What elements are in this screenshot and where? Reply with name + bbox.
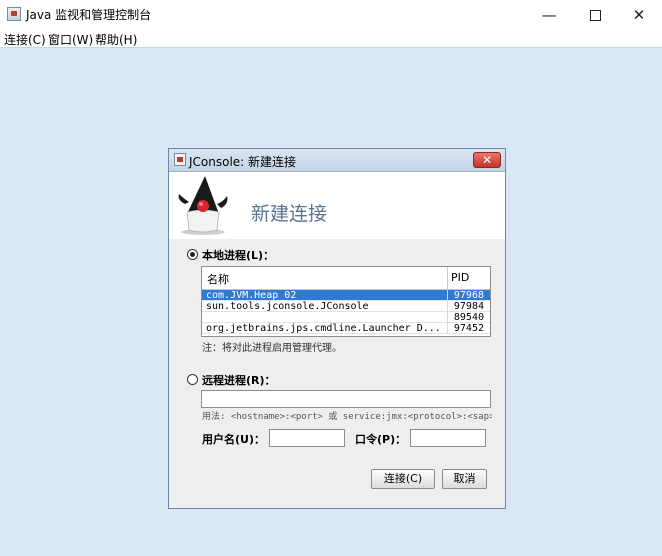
remote-process-label: 远程进程(R)：	[202, 374, 276, 387]
dialog-title: JConsole: 新建连接	[189, 155, 297, 169]
title-bar: Java 监视和管理控制台 — ✕	[0, 0, 662, 30]
table-header: 名称 PID	[202, 267, 490, 290]
password-input[interactable]	[410, 429, 486, 447]
table-row[interactable]: sun.tools.jconsole.JConsole 97984	[202, 301, 490, 312]
window-title: Java 监视和管理控制台	[26, 8, 152, 22]
process-pid: 97452	[447, 323, 487, 334]
process-name: org.jetbrains.jps.cmdline.Launcher D...	[206, 323, 441, 334]
password-label: 口令(P)：	[355, 433, 407, 446]
username-input[interactable]	[269, 429, 345, 447]
menu-window[interactable]: 窗口(W)	[48, 31, 93, 48]
process-name: sun.tools.jconsole.JConsole	[206, 301, 369, 312]
new-connection-dialog: JConsole: 新建连接 ✕ 新建连接 本地进程(L)： 名称 PID co…	[168, 148, 506, 509]
local-process-label: 本地进程(L)：	[202, 249, 275, 262]
menu-help[interactable]: 帮助(H)	[95, 31, 137, 48]
remote-usage-hint: 用法: <hostname>:<port> 或 service:jmx:<pro…	[202, 412, 492, 422]
cancel-button[interactable]: 取消	[442, 469, 487, 489]
header-title: 新建连接	[251, 203, 328, 225]
connect-button[interactable]: 连接(C)	[371, 469, 435, 489]
column-header-name[interactable]: 名称	[207, 271, 229, 287]
username-label: 用户名(U)：	[202, 433, 265, 446]
remote-process-radio[interactable]	[187, 374, 198, 385]
process-pid: 97984	[447, 301, 487, 312]
process-pid: 97968	[447, 290, 487, 301]
remote-address-input[interactable]	[201, 390, 491, 408]
dialog-header: 新建连接	[169, 172, 505, 239]
table-row[interactable]: com.JVM.Heap_02 97968	[202, 290, 490, 301]
java-cup-icon	[174, 153, 186, 166]
dialog-title-bar[interactable]: JConsole: 新建连接 ✕	[169, 149, 505, 172]
table-row[interactable]: 89540	[202, 312, 490, 323]
duke-mascot-icon	[178, 176, 228, 235]
management-agent-note: 注：将对此进程启用管理代理。	[202, 343, 342, 354]
menu-connection[interactable]: 连接(C)	[4, 31, 46, 48]
dialog-close-button[interactable]: ✕	[473, 152, 501, 168]
column-header-pid[interactable]: PID	[447, 267, 490, 289]
minimize-button[interactable]: —	[526, 0, 572, 30]
menu-bar: 连接(C) 窗口(W) 帮助(H)	[0, 30, 662, 47]
process-pid: 89540	[447, 312, 487, 323]
close-button[interactable]: ✕	[616, 0, 662, 30]
maximize-button[interactable]	[572, 0, 618, 30]
table-row[interactable]: org.jetbrains.jps.cmdline.Launcher D... …	[202, 323, 490, 334]
local-process-radio[interactable]	[187, 249, 198, 260]
maximize-icon	[589, 9, 601, 21]
java-app-icon	[7, 7, 21, 21]
process-name: com.JVM.Heap_02	[206, 290, 297, 301]
process-table: 名称 PID com.JVM.Heap_02 97968 sun.tools.j…	[201, 266, 491, 337]
